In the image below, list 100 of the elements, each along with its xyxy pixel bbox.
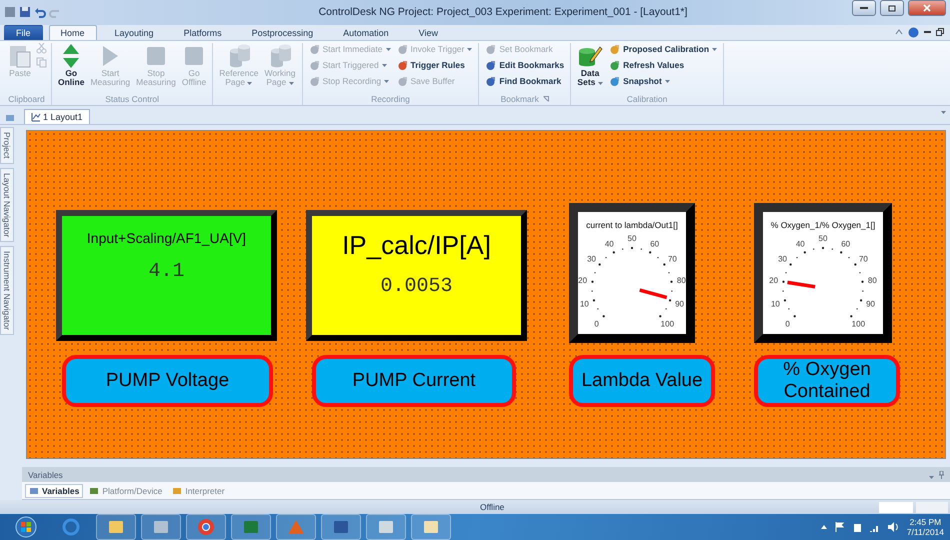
ribbon-button[interactable]: Find Bookmark (483, 74, 566, 88)
pin-icon (939, 470, 944, 479)
toolbar-icon (308, 60, 320, 71)
clock-date: 7/11/2014 (906, 527, 944, 537)
taskbar-button[interactable] (186, 514, 226, 540)
gauge-title: current to lambda/Out1[] (586, 220, 678, 230)
gauge-title: % Oxygen_1/% Oxygen_1[] (770, 220, 876, 230)
ribbon-button[interactable]: Proposed Calibration (607, 42, 720, 56)
ribbon-button[interactable]: Edit Bookmarks (483, 58, 566, 72)
panel-button[interactable]: PUMP Current (312, 355, 516, 408)
ribbon-button[interactable]: Trigger Rules (394, 58, 474, 72)
minimize-icon (924, 30, 931, 34)
flag-icon (834, 522, 845, 532)
toolbar-icon (396, 60, 408, 71)
dropdown-caret-icon (941, 111, 946, 114)
save-icon (19, 6, 31, 18)
status-text: Offline (480, 502, 504, 512)
taskbar-button[interactable] (141, 514, 181, 540)
toolbar-icon (308, 44, 320, 55)
gauge-tick-label: 40 (604, 240, 614, 249)
dialog-launcher-icon[interactable] (542, 96, 549, 102)
side-panel-tab[interactable]: Layout Navigator (0, 168, 14, 242)
ribbon-tab[interactable]: Layouting (102, 24, 166, 40)
gauge-tick-label: 60 (841, 240, 850, 249)
clock-time: 2:45 PM (910, 517, 942, 527)
ribbon-button[interactable]: Snapshot (607, 74, 720, 88)
tab-icon (172, 486, 182, 496)
maximize-button[interactable] (880, 0, 904, 16)
ribbon-tab[interactable]: Home (48, 24, 97, 40)
gauge-tick-label: 20 (578, 276, 588, 286)
close-button[interactable] (908, 0, 946, 16)
undo-icon (34, 6, 46, 18)
volume-icon (888, 522, 899, 532)
ribbon-tab[interactable]: Automation (331, 24, 401, 40)
gauge-tick-label: 70 (859, 255, 868, 264)
ribbon-tab[interactable]: Postprocessing (240, 24, 326, 40)
ribbon-button[interactable]: Refresh Values (607, 58, 720, 72)
minimize-icon (860, 6, 868, 10)
ribbon-tab[interactable]: View (406, 24, 450, 40)
toolbar-icon (396, 44, 408, 55)
gauge-needle (639, 288, 668, 300)
taskbar-button[interactable] (411, 514, 451, 540)
panel-title: Variables (28, 470, 63, 480)
ribbon-group-label: Calibration (626, 94, 668, 104)
gauge-tick-label: 50 (818, 234, 828, 244)
gauge-tick-label: 30 (587, 255, 596, 264)
minimize-button[interactable] (852, 0, 876, 16)
gauge-tick-label: 10 (580, 300, 589, 309)
gauge-tick-label: 100 (660, 320, 674, 329)
tab-icon (89, 486, 100, 496)
status-field (916, 502, 948, 513)
side-panel-tab[interactable]: Project (0, 127, 14, 164)
copy-icon (36, 56, 47, 68)
panel-tab[interactable]: Variables (25, 484, 84, 498)
display-title: Input+Scaling/AF1_UA[V] (86, 230, 246, 246)
status-field (879, 502, 913, 513)
gauge-tick-label: 20 (769, 276, 778, 286)
toolbar-icon (308, 76, 320, 87)
gauge-tick-label: 90 (866, 300, 875, 309)
taskbar-button[interactable] (366, 514, 406, 540)
gauge-tick-label: 70 (668, 255, 677, 264)
restore-icon (936, 28, 944, 36)
toolbar-icon (485, 60, 496, 71)
window-title: ControlDesk NG Project: Project_003 Experiment: Experiment_001 - [Layout1*] (318, 6, 688, 18)
gauge-tick-label: 0 (785, 320, 790, 329)
taskbar-button[interactable] (276, 514, 316, 540)
gauge-tick-label: 60 (650, 240, 660, 249)
ribbon-button[interactable]: Data Sets (575, 42, 606, 87)
ribbon-button[interactable]: Go Online (56, 42, 86, 87)
side-panel-tab[interactable]: Instrument Navigator (0, 246, 14, 336)
toolbar-icon (609, 44, 620, 55)
panel-button[interactable]: PUMP Voltage (62, 355, 273, 408)
app-icon (4, 6, 16, 18)
maximize-icon (888, 4, 896, 12)
gauge-tick-label: 50 (628, 234, 636, 244)
power-icon (852, 522, 862, 532)
panel-button[interactable]: % Oxygen Contained (754, 355, 900, 408)
toolbar-icon (396, 76, 408, 87)
gauge-needle (787, 281, 816, 289)
taskbar-button[interactable] (96, 514, 136, 540)
ribbon-group-label: Clipboard (8, 94, 45, 104)
taskbar-button[interactable] (231, 514, 271, 540)
ribbon-group-label: Recording (371, 94, 410, 104)
display-value: 0.0053 (380, 275, 452, 298)
ribbon-tab[interactable]: File (4, 24, 43, 40)
gauge-tick-label: 40 (796, 240, 805, 249)
gauge-tick-label: 90 (675, 300, 684, 309)
taskbar-button[interactable] (321, 514, 361, 540)
ribbon-group-label: Status Control (105, 94, 160, 104)
panel-button[interactable]: Lambda Value (569, 355, 715, 408)
toolbar-icon (609, 60, 620, 71)
gauge-tick-label: 80 (868, 276, 877, 286)
gauge-tick-label: 80 (676, 276, 686, 286)
gauge-tick-label: 0 (594, 320, 599, 329)
help-icon (908, 26, 919, 38)
ribbon-group-label: Bookmark (500, 94, 539, 104)
document-tab[interactable]: 1 Layout1 (24, 109, 90, 124)
ribbon-tab[interactable]: Platforms (172, 24, 234, 40)
toolbar-icon (609, 76, 620, 87)
gauge-tick-label: 30 (778, 255, 787, 264)
